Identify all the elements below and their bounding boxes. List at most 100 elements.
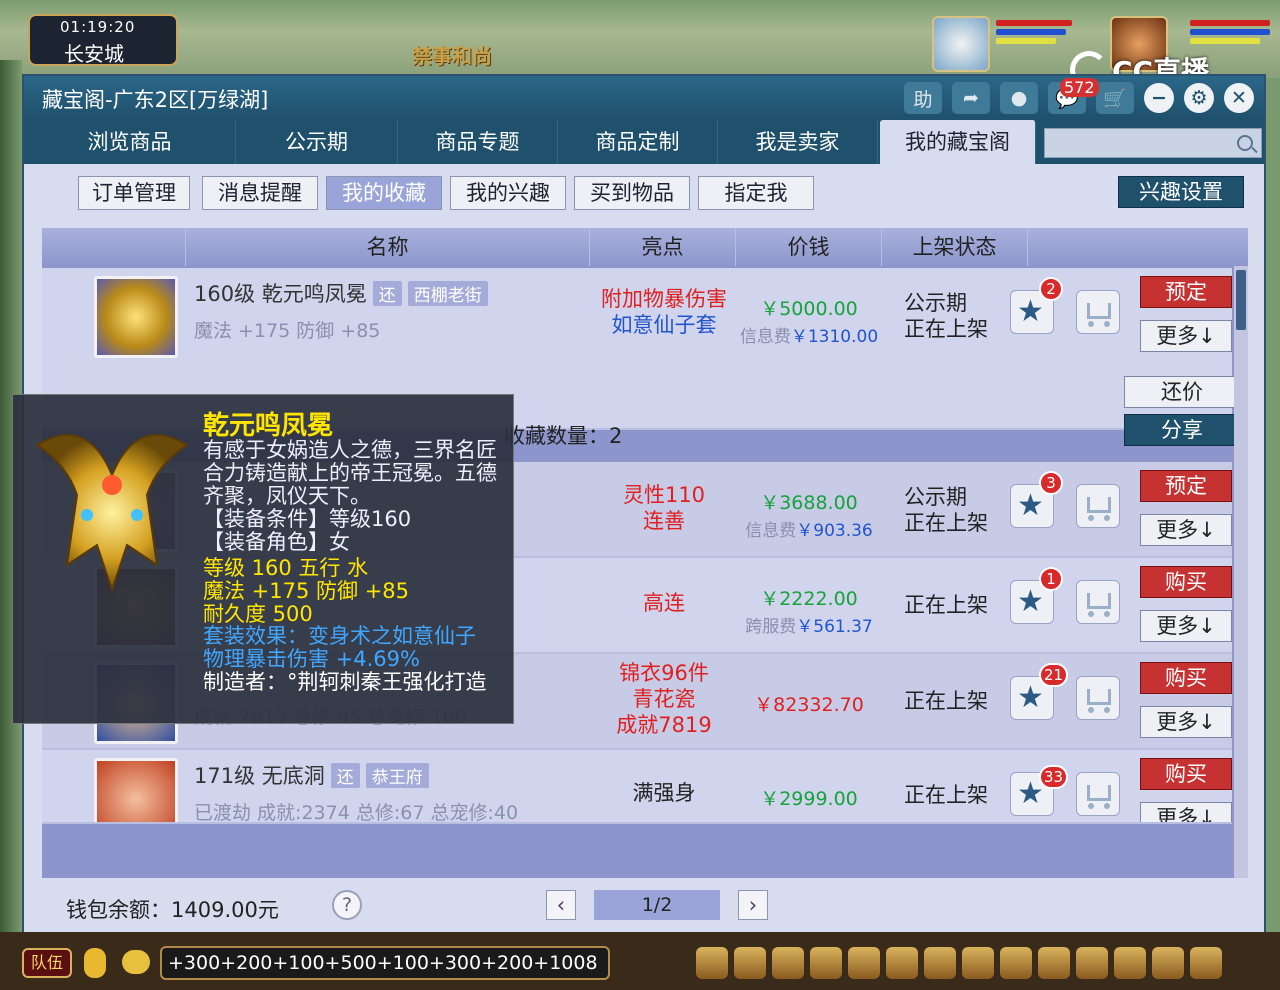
message-icon[interactable]: 💬 572 (1048, 78, 1099, 114)
subnav-messages[interactable]: 消息提醒 (202, 176, 318, 210)
pet-portrait[interactable] (932, 16, 990, 72)
minimize-icon[interactable]: − (1144, 83, 1174, 113)
item-name[interactable]: 160级 乾元鸣凤冕还西棚老街 (194, 278, 488, 308)
more-button[interactable]: 更多↓ (1140, 706, 1232, 738)
peach-icon[interactable] (1076, 947, 1108, 979)
chest-icon[interactable] (734, 947, 766, 979)
subnav-purchased[interactable]: 买到物品 (574, 176, 690, 210)
tab-seller[interactable]: 我是卖家 (718, 120, 878, 164)
more-button[interactable]: 更多↓ (1140, 320, 1232, 352)
item-name[interactable]: 171级 无底洞还恭王府 (194, 760, 429, 790)
subnav-designated[interactable]: 指定我 (698, 176, 814, 210)
tab-custom[interactable]: 商品定制 (558, 120, 718, 164)
smiley-icon[interactable] (1152, 947, 1184, 979)
chat-bubble-icon[interactable] (122, 950, 150, 974)
help-icon[interactable]: ? (332, 890, 362, 920)
pet-status-bars (996, 20, 1076, 62)
item-price: ￥82332.70 (754, 694, 864, 716)
tooltip-stats: 等级 160 五行 水 魔法 +175 防御 +85 耐久度 500 (203, 556, 410, 626)
buy-button[interactable]: 购买 (1140, 758, 1232, 790)
help-button[interactable]: 助 (904, 82, 942, 114)
tab-my-cangbaoge[interactable]: 我的藏宝阁 (880, 120, 1036, 164)
subnav-orders[interactable]: 订单管理 (78, 176, 190, 210)
tab-public-period[interactable]: 公示期 (236, 120, 398, 164)
location-tag: 恭王府 (365, 763, 429, 788)
scrollbar-thumb[interactable] (1236, 270, 1246, 330)
reserve-button[interactable]: 预定 (1140, 470, 1232, 502)
star-icon: ★ (1017, 680, 1044, 715)
tab-topics[interactable]: 商品专题 (398, 120, 558, 164)
chat-input[interactable]: +300+200+100+500+100+300+200+1008 (160, 946, 610, 980)
table-scrollbar[interactable] (1234, 266, 1248, 878)
counter-offer-button[interactable]: 还价 (1124, 376, 1240, 408)
pet-icon[interactable] (772, 947, 804, 979)
gear-icon[interactable]: ⚙ (1184, 83, 1214, 113)
add-to-cart-button[interactable] (1076, 580, 1120, 624)
scroll-icon[interactable] (886, 947, 918, 979)
interest-settings-button[interactable]: 兴趣设置 (1118, 176, 1244, 208)
microphone-icon[interactable] (84, 948, 106, 978)
search-box (1044, 128, 1262, 158)
add-to-cart-button[interactable] (1076, 772, 1120, 816)
bell-icon[interactable] (1000, 947, 1032, 979)
map-icon[interactable] (962, 947, 994, 979)
fav-count-badge: 1 (1039, 567, 1063, 591)
cart-icon[interactable]: 🛒 (1096, 82, 1134, 114)
item-thumbnail[interactable] (94, 276, 178, 358)
prev-page-button[interactable]: ‹ (546, 890, 576, 920)
star-icon: ★ (1017, 294, 1044, 329)
team-button[interactable]: 队伍 (22, 948, 72, 978)
fan-icon[interactable] (1038, 947, 1070, 979)
more-button[interactable]: 更多↓ (1140, 802, 1232, 822)
item-status: 正在上架 (904, 783, 988, 807)
subnav-interests[interactable]: 我的兴趣 (450, 176, 566, 210)
item-attributes: 已渡劫 成就:2374 总修:67 总宠修:40 (194, 802, 519, 824)
game-right-panel (1266, 78, 1280, 938)
search-input[interactable] (1045, 129, 1225, 157)
table-row[interactable]: 171级 无底洞还恭王府 已渡劫 成就:2374 总修:67 总宠修:40 满强… (42, 750, 1232, 824)
next-page-button[interactable]: › (738, 890, 768, 920)
bag-icon[interactable] (810, 947, 842, 979)
favorite-button[interactable]: ★ 2 (1010, 277, 1063, 334)
fav-count-badge: 3 (1039, 471, 1063, 495)
tooltip-item-name: 乾元鸣凤冕 (203, 411, 334, 441)
fav-count-badge: 21 (1039, 663, 1069, 687)
quest-icon[interactable] (924, 947, 956, 979)
favorite-button[interactable]: ★ 33 (1010, 765, 1069, 816)
star-icon: ★ (1017, 584, 1044, 619)
add-to-cart-button[interactable] (1076, 484, 1120, 528)
item-highlight: 锦衣96件 青花瓷 成就7819 (616, 661, 712, 737)
window-titlebar[interactable]: 藏宝阁-广东2区[万绿湖] 助 ➦ ● 💬 572 🛒 − ⚙ ✕ (24, 76, 1264, 120)
reserve-button[interactable]: 预定 (1140, 276, 1232, 308)
share-arrow-icon[interactable]: ➦ (952, 82, 990, 114)
favorite-button[interactable]: ★ 3 (1010, 471, 1063, 528)
fav-count-badge: 33 (1039, 765, 1069, 789)
add-to-cart-button[interactable] (1076, 676, 1120, 720)
system-icon[interactable] (1190, 947, 1222, 979)
cart-icon (1087, 497, 1111, 521)
more-button[interactable]: 更多↓ (1140, 514, 1232, 546)
tab-browse[interactable]: 浏览商品 (24, 120, 236, 164)
share-button[interactable]: 分享 (1124, 414, 1240, 446)
add-to-cart-button[interactable] (1076, 290, 1120, 334)
cart-icon (1087, 689, 1111, 713)
more-button[interactable]: 更多↓ (1140, 610, 1232, 642)
favorite-button[interactable]: ★ 1 (1010, 567, 1063, 624)
col-price: 价钱 (736, 228, 882, 266)
tooltip-description: 有感于女娲造人之德，三界名匠合力铸造献上的帝王冠冕。五德齐聚，凤仪天下。 【装备… (203, 438, 497, 554)
buy-button[interactable]: 购买 (1140, 662, 1232, 694)
record-icon[interactable]: ● (1000, 82, 1038, 114)
favorite-button[interactable]: ★ 21 (1010, 663, 1069, 720)
search-icon[interactable] (1237, 135, 1253, 151)
message-count-badge: 572 (1060, 78, 1099, 97)
game-clock: 01:19:20 长安城 (28, 14, 178, 66)
handshake-icon[interactable] (1114, 947, 1146, 979)
sword-icon[interactable] (696, 947, 728, 979)
window-title: 藏宝阁-广东2区[万绿湖] (42, 88, 269, 112)
close-icon[interactable]: ✕ (1224, 83, 1254, 113)
buy-button[interactable]: 购买 (1140, 566, 1232, 598)
subnav-favorites[interactable]: 我的收藏 (326, 176, 442, 210)
team-icon[interactable] (848, 947, 880, 979)
item-status: 正在上架 (904, 689, 988, 713)
item-thumbnail[interactable] (94, 758, 178, 822)
